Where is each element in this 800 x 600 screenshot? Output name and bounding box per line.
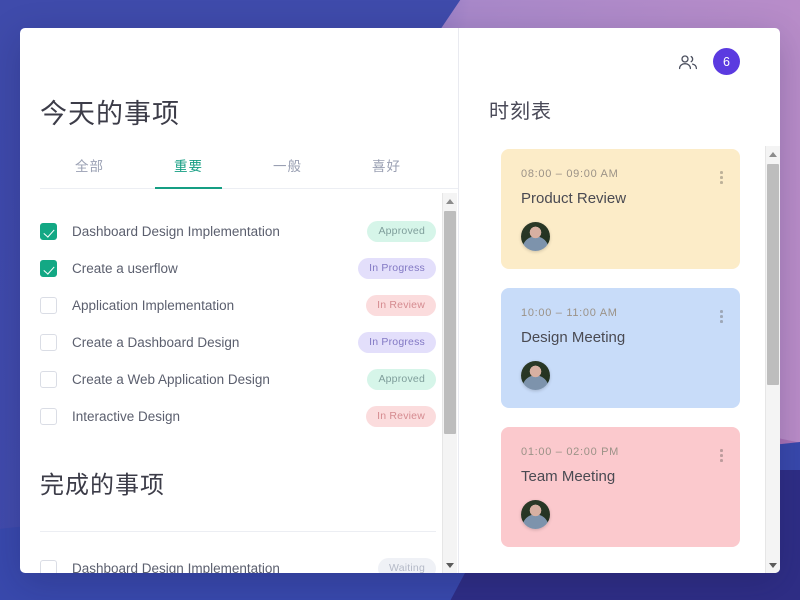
list-item[interactable]: 08:00 – 09:00 AM Product Review [501, 149, 740, 269]
schedule-title: 时刻表 [489, 101, 552, 123]
scroll-up-arrow-icon[interactable] [766, 146, 781, 162]
app-window: 今天的事项 全部 重要 一般 喜好 Dashboard Design Imple… [20, 28, 780, 573]
status-badge: In Review [366, 295, 436, 316]
task-checkbox[interactable] [40, 334, 57, 351]
task-label: Application Implementation [72, 298, 235, 313]
table-row[interactable]: Create a Dashboard Design In Progress [40, 324, 436, 361]
today-task-list: Dashboard Design Implementation Approved… [40, 213, 436, 435]
scroll-down-arrow-icon[interactable] [766, 557, 781, 573]
schedule-panel: 6 时刻表 08:00 – 09:00 AM Product Review 10… [459, 28, 780, 573]
avatar [521, 222, 550, 251]
status-badge: In Progress [358, 332, 436, 353]
done-task-list: Dashboard Design Implementation Waiting [40, 550, 436, 573]
people-icon[interactable] [678, 54, 698, 70]
schedule-scrollbar[interactable] [765, 146, 780, 573]
event-name: Product Review [521, 190, 627, 207]
event-name: Team Meeting [521, 468, 616, 485]
scrollbar-track[interactable] [443, 209, 457, 557]
task-checkbox[interactable] [40, 371, 57, 388]
page-title: 今天的事项 [40, 99, 180, 129]
status-badge: Approved [367, 369, 436, 390]
task-checkbox[interactable] [40, 297, 57, 314]
notification-count-badge[interactable]: 6 [713, 48, 740, 75]
tasks-scrollbar[interactable] [442, 193, 457, 573]
section-divider [40, 531, 436, 532]
status-badge: Waiting [377, 558, 436, 573]
task-filter-tabs: 全部 重要 一般 喜好 [40, 155, 458, 189]
more-options-icon[interactable] [720, 449, 723, 462]
task-checkbox[interactable] [40, 560, 57, 573]
status-badge: In Progress [358, 258, 436, 279]
scrollbar-track[interactable] [766, 162, 780, 557]
event-card-list: 08:00 – 09:00 AM Product Review 10:00 – … [459, 124, 780, 573]
scroll-up-arrow-icon[interactable] [443, 193, 458, 209]
avatar [521, 361, 550, 390]
scroll-down-arrow-icon[interactable] [443, 557, 458, 573]
tab-important[interactable]: 重要 [139, 155, 238, 189]
task-label: Create a userflow [72, 261, 178, 276]
table-row[interactable]: Create a userflow In Progress [40, 250, 436, 287]
event-time: 01:00 – 02:00 PM [521, 446, 620, 458]
tasks-panel: 今天的事项 全部 重要 一般 喜好 Dashboard Design Imple… [20, 28, 459, 573]
task-label: Dashboard Design Implementation [72, 224, 280, 239]
event-time: 10:00 – 11:00 AM [521, 307, 618, 319]
task-checkbox[interactable] [40, 260, 57, 277]
event-name: Design Meeting [521, 329, 626, 346]
task-checkbox[interactable] [40, 408, 57, 425]
task-label: Dashboard Design Implementation [72, 561, 280, 573]
table-row[interactable]: Dashboard Design Implementation Waiting [40, 550, 436, 573]
tasks-panel-header: 今天的事项 全部 重要 一般 喜好 [20, 28, 458, 189]
scrollbar-thumb[interactable] [767, 164, 779, 386]
table-row[interactable]: Application Implementation In Review [40, 287, 436, 324]
section-title-done: 完成的事项 [40, 472, 165, 499]
status-badge: Approved [367, 221, 436, 242]
schedule-panel-header: 6 [459, 28, 780, 75]
task-label: Create a Web Application Design [72, 372, 270, 387]
table-row[interactable]: Interactive Design In Review [40, 398, 436, 435]
task-checkbox[interactable] [40, 223, 57, 240]
event-time: 08:00 – 09:00 AM [521, 168, 619, 180]
list-item[interactable]: 01:00 – 02:00 PM Team Meeting [501, 427, 740, 547]
more-options-icon[interactable] [720, 171, 723, 184]
table-row[interactable]: Create a Web Application Design Approved [40, 361, 436, 398]
avatar [521, 500, 550, 529]
more-options-icon[interactable] [720, 310, 723, 323]
list-item[interactable]: 10:00 – 11:00 AM Design Meeting [501, 288, 740, 408]
status-badge: In Review [366, 406, 436, 427]
tab-favorite[interactable]: 喜好 [337, 155, 436, 188]
task-label: Create a Dashboard Design [72, 335, 240, 350]
tasks-scroll-area: Dashboard Design Implementation Approved… [20, 189, 458, 573]
scrollbar-thumb[interactable] [444, 211, 456, 434]
tab-all[interactable]: 全部 [40, 155, 139, 188]
table-row[interactable]: Dashboard Design Implementation Approved [40, 213, 436, 250]
tab-normal[interactable]: 一般 [238, 155, 337, 188]
task-label: Interactive Design [72, 409, 181, 424]
